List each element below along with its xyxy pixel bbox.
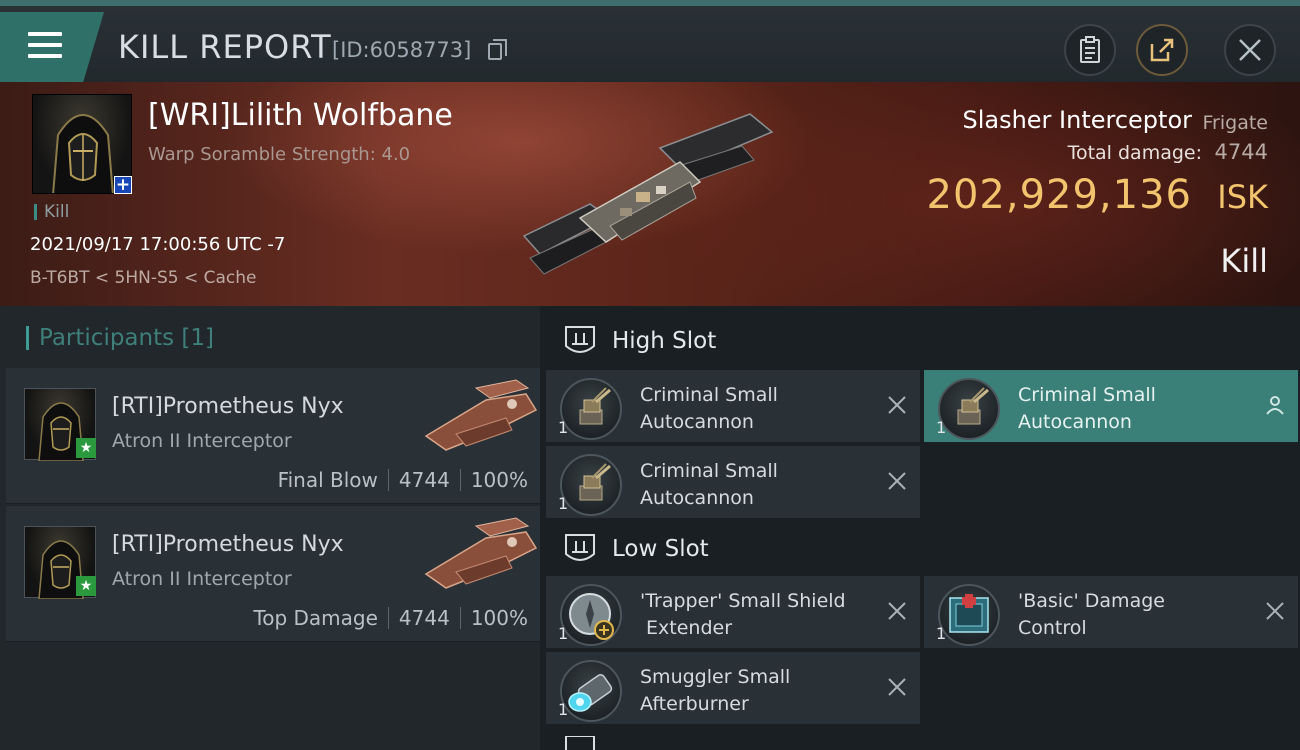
total-damage-value: 4744 xyxy=(1214,140,1268,164)
participants-panel: Participants [1] ★ [RTI]Prometheus Nyx A… xyxy=(0,306,540,750)
victim-ship-class: Frigate xyxy=(1202,112,1268,134)
module-slot[interactable]: 1 Smuggler Small Afterburner xyxy=(546,652,920,724)
divider xyxy=(459,607,461,629)
module-name: Smuggler Small Afterburner xyxy=(640,666,791,715)
total-damage-label: Total damage: xyxy=(1067,142,1202,164)
participant-percent: 100% xyxy=(470,606,528,630)
module-name: Criminal Small Autocannon xyxy=(1018,384,1156,433)
next-slot-icon xyxy=(565,736,595,750)
divider xyxy=(387,469,389,491)
module-name: 'Trapper' Small Shield Extender xyxy=(640,590,846,639)
participant-name: [RTI]Prometheus Nyx xyxy=(112,394,344,419)
victim-ship-image xyxy=(510,108,790,288)
fitting-panel: High Slot 1 Criminal Small Autocannon 1 … xyxy=(540,306,1300,750)
destroyed-x-icon xyxy=(888,602,906,620)
clipboard-button[interactable] xyxy=(1064,24,1116,76)
divider xyxy=(459,469,461,491)
kill-banner: + [WRI]Lilith Wolfbane Warp Soramble Str… xyxy=(0,82,1300,306)
participant-damage: 4744 xyxy=(398,606,450,630)
participant-ship: Atron II Interceptor xyxy=(112,568,292,590)
module-slot-selected[interactable]: 1 Criminal Small Autocannon xyxy=(924,370,1298,442)
afterburner-icon xyxy=(560,660,622,722)
module-slot[interactable]: 1 'Basic' Damage Control xyxy=(924,576,1298,648)
low-slot-icon xyxy=(565,534,595,561)
kill-result: Kill xyxy=(1220,242,1268,280)
participants-title: Participants [1] xyxy=(26,326,214,350)
autocannon-icon xyxy=(938,378,1000,440)
kill-location[interactable]: B-T6BT < 5HN-S5 < Cache xyxy=(30,268,257,288)
shield-extender-icon xyxy=(560,584,622,646)
destroyed-x-icon xyxy=(888,396,906,414)
module-slot[interactable]: 1 'Trapper' Small Shield Extender xyxy=(546,576,920,648)
corp-badge: + xyxy=(114,175,132,195)
damage-control-icon xyxy=(938,584,1000,646)
participant-ship-image xyxy=(416,374,540,458)
module-quantity: 1 xyxy=(558,494,569,513)
copy-icon[interactable] xyxy=(488,39,507,60)
autocannon-icon xyxy=(560,454,622,516)
participant-percent: 100% xyxy=(470,468,528,492)
module-quantity: 1 xyxy=(936,624,947,643)
participant-damage: 4744 xyxy=(398,468,450,492)
kill-tag: Kill xyxy=(34,204,69,221)
close-icon xyxy=(1239,39,1261,61)
module-slot[interactable]: 1 Criminal Small Autocannon xyxy=(546,370,920,442)
module-name: Criminal Small Autocannon xyxy=(640,460,778,509)
module-slot[interactable]: 1 Criminal Small Autocannon xyxy=(546,446,920,518)
autocannon-icon xyxy=(560,378,622,440)
low-slot-header: Low Slot xyxy=(546,520,1300,578)
high-slot-header: High Slot xyxy=(546,312,1300,370)
destroyed-x-icon xyxy=(888,678,906,696)
participant-card[interactable]: ★ [RTI]Prometheus Nyx Atron II Intercept… xyxy=(6,506,540,642)
close-button[interactable] xyxy=(1224,24,1276,76)
participant-role: Final Blow xyxy=(277,468,378,492)
module-quantity: 1 xyxy=(558,700,569,719)
participant-role: Top Damage xyxy=(253,606,378,630)
clipboard-icon xyxy=(1080,36,1100,63)
isk-unit: ISK xyxy=(1217,178,1268,216)
participant-card[interactable]: ★ [RTI]Prometheus Nyx Atron II Intercept… xyxy=(6,368,540,504)
warp-scramble-strength: Warp Soramble Strength: 4.0 xyxy=(148,144,411,165)
victim-ship-name[interactable]: Slasher Interceptor xyxy=(962,106,1192,134)
report-id: [ID:6058773] xyxy=(332,38,472,62)
star-icon: ★ xyxy=(76,438,96,458)
share-button[interactable] xyxy=(1136,24,1188,76)
menu-button[interactable] xyxy=(0,12,104,82)
destroyed-x-icon xyxy=(1266,602,1284,620)
participant-ship-image xyxy=(416,512,540,596)
share-icon xyxy=(1150,38,1174,62)
module-name: Criminal Small Autocannon xyxy=(640,384,778,433)
high-slot-icon xyxy=(565,326,595,353)
page-title: KILL REPORT xyxy=(118,28,332,66)
module-quantity: 1 xyxy=(558,418,569,437)
low-slot-label: Low Slot xyxy=(612,536,709,562)
victim-name[interactable]: [WRI]Lilith Wolfbane xyxy=(148,98,453,133)
participant-name: [RTI]Prometheus Nyx xyxy=(112,532,344,557)
participant-stats: Top Damage 4744 100% xyxy=(253,606,528,630)
module-quantity: 1 xyxy=(936,418,947,437)
divider xyxy=(387,607,389,629)
top-bar: KILL REPORT [ID:6058773] xyxy=(0,0,1300,82)
module-name: 'Basic' Damage Control xyxy=(1018,590,1165,639)
person-icon xyxy=(1266,396,1284,415)
destroyed-x-icon xyxy=(888,472,906,490)
kill-timestamp: 2021/09/17 17:00:56 UTC -7 xyxy=(30,234,286,255)
module-quantity: 1 xyxy=(558,624,569,643)
participant-stats: Final Blow 4744 100% xyxy=(278,468,528,492)
star-icon: ★ xyxy=(76,576,96,596)
isk-value: 202,929,136 xyxy=(926,172,1192,218)
participant-ship: Atron II Interceptor xyxy=(112,430,292,452)
high-slot-label: High Slot xyxy=(612,328,717,354)
